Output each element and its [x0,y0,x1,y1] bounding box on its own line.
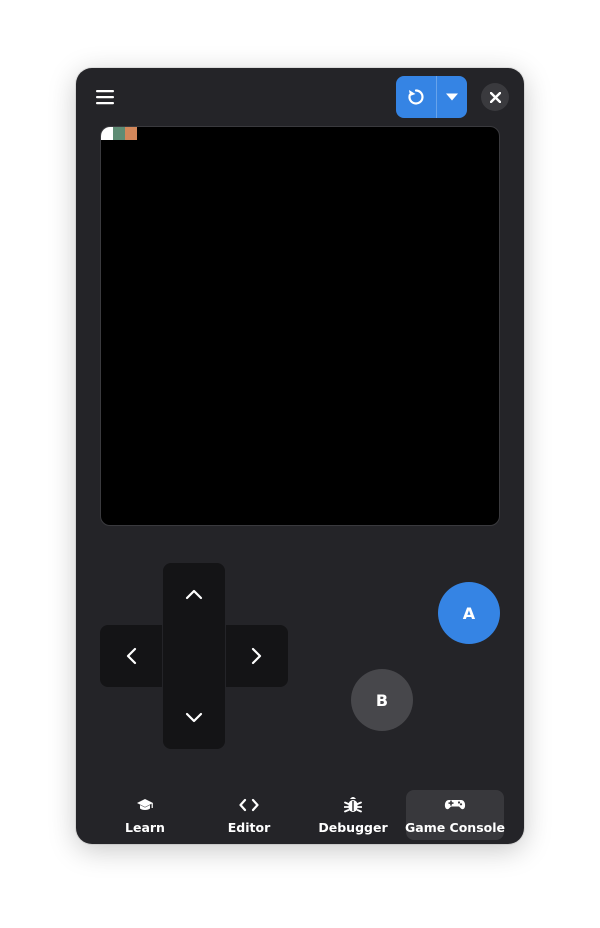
a-button-label: A [462,603,476,623]
dpad-down-button[interactable] [163,687,225,749]
chevron-left-icon [126,647,137,665]
nav-item-game-console[interactable]: Game Console [405,790,505,840]
chevron-up-icon [185,589,203,600]
caret-down-icon [446,93,458,101]
nav-label: Learn [125,820,165,835]
close-icon [489,91,501,103]
chevron-right-icon [251,647,262,665]
b-button[interactable]: B [351,669,413,731]
game-screen[interactable] [100,126,500,526]
a-button[interactable]: A [438,582,500,644]
nav-label: Editor [227,820,271,835]
screen-pixel [125,127,137,140]
run-split-button [396,76,467,118]
graduation-cap-icon [137,799,153,810]
nav-item-debugger[interactable]: Debugger [304,790,402,840]
gamepad-icon [444,800,466,810]
app-window: A B Learn Editor Debugger Game Console [76,68,524,844]
b-button-label: B [375,690,389,710]
nav-label: Game Console [405,820,505,835]
dpad-center [163,625,225,687]
bottom-navigation: Learn Editor Debugger Game Console [94,790,506,840]
dpad-left-button[interactable] [100,625,162,687]
code-icon [239,798,259,812]
screen-pixel [101,127,113,140]
dpad-right-button[interactable] [226,625,288,687]
nav-item-editor[interactable]: Editor [200,790,298,840]
nav-label: Debugger [318,820,388,835]
screen-pixel [113,127,125,140]
reload-icon [408,89,424,105]
dpad-up-button[interactable] [163,563,225,625]
nav-item-learn[interactable]: Learn [96,790,194,840]
chevron-down-icon [185,712,203,723]
main-menu-button[interactable] [90,84,120,110]
hamburger-menu-icon [96,90,114,105]
bug-icon [344,797,362,813]
run-button[interactable] [396,76,436,118]
close-button[interactable] [481,83,509,111]
run-options-dropdown[interactable] [437,76,467,118]
